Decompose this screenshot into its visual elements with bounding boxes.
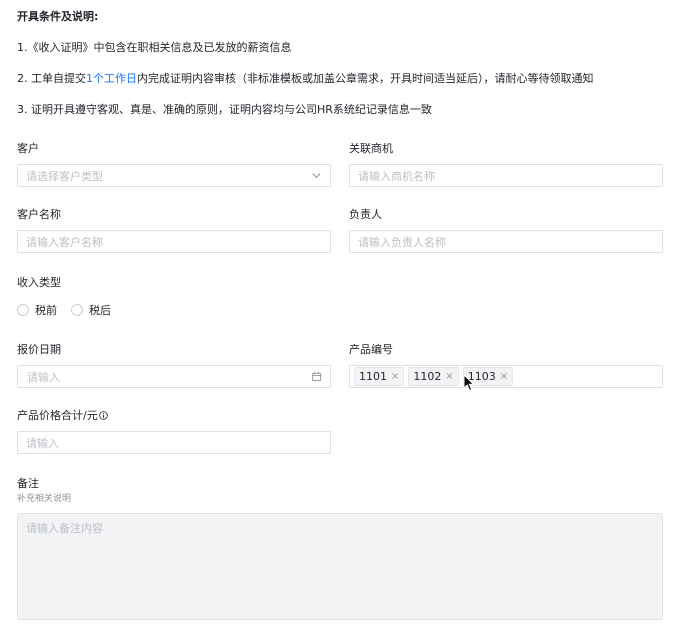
- close-icon[interactable]: ×: [500, 371, 508, 382]
- remark-field: 备注 补充相关说明 请输入备注内容: [17, 477, 663, 620]
- instructions-title: 开具条件及说明:: [17, 10, 99, 23]
- remark-textarea[interactable]: 请输入备注内容: [17, 513, 663, 620]
- mouse-pointer-icon: [463, 374, 475, 392]
- calendar-icon: [311, 371, 322, 382]
- opportunity-input[interactable]: 请输入商机名称: [349, 164, 663, 187]
- income-type-field: 收入类型 税前 税后: [17, 276, 331, 318]
- price-total-label: 产品价格合计/元: [17, 409, 331, 423]
- product-code-field: 产品编号 1101 × 1102 × 1103 ×: [349, 343, 663, 388]
- quote-date-label: 报价日期: [17, 343, 61, 356]
- remark-hint: 补充相关说明: [17, 494, 72, 504]
- instruction-item-1: 1.《收入证明》中包含在职相关信息及已发放的薪资信息: [17, 41, 292, 54]
- info-icon: [98, 411, 108, 420]
- customer-field: 客户 请选择客户类型: [17, 142, 331, 187]
- radio-after-tax[interactable]: 税后: [71, 302, 111, 318]
- close-icon[interactable]: ×: [391, 371, 399, 382]
- instructions-section: 开具条件及说明: 1.《收入证明》中包含在职相关信息及已发放的薪资信息 2. 工…: [17, 9, 667, 118]
- customer-name-input[interactable]: 请输入客户名称: [17, 230, 331, 253]
- opportunity-label: 关联商机: [349, 142, 393, 155]
- close-icon[interactable]: ×: [445, 371, 453, 382]
- customer-name-label: 客户名称: [17, 208, 61, 221]
- product-code-label: 产品编号: [349, 343, 393, 356]
- customer-label: 客户: [17, 142, 39, 155]
- customer-name-field: 客户名称 请输入客户名称: [17, 208, 331, 253]
- instruction-item-2: 2. 工单自提交1个工作日内完成证明内容审核（非标准模板或加盖公章需求，开具时间…: [17, 72, 594, 85]
- owner-field: 负责人 请输入负责人名称: [349, 208, 663, 253]
- price-total-input[interactable]: 请输入: [17, 431, 331, 454]
- chevron-down-icon: [312, 173, 321, 179]
- owner-input[interactable]: 请输入负责人名称: [349, 230, 663, 253]
- quote-date-input[interactable]: 请输入: [17, 365, 331, 388]
- customer-select[interactable]: 请选择客户类型: [17, 164, 331, 187]
- remark-label: 备注: [17, 477, 39, 490]
- price-total-field: 产品价格合计/元 请输入: [17, 409, 331, 454]
- product-code-tag-input[interactable]: 1101 × 1102 × 1103 ×: [349, 365, 663, 388]
- radio-pre-tax[interactable]: 税前: [17, 302, 57, 318]
- owner-label: 负责人: [349, 208, 382, 221]
- opportunity-field: 关联商机 请输入商机名称: [349, 142, 663, 187]
- product-tag: 1101 ×: [354, 367, 405, 386]
- working-day-highlight: 1个工作日: [86, 72, 137, 85]
- radio-circle: [17, 304, 29, 316]
- product-tag: 1102 ×: [408, 367, 459, 386]
- quote-date-field: 报价日期 请输入: [17, 343, 331, 388]
- radio-circle: [71, 304, 83, 316]
- income-type-radio-group: 税前 税后: [17, 302, 331, 318]
- instruction-item-3: 3. 证明开具遵守客观、真是、准确的原则，证明内容均与公司HR系统纪记录信息一致: [17, 103, 432, 116]
- income-type-label: 收入类型: [17, 276, 61, 289]
